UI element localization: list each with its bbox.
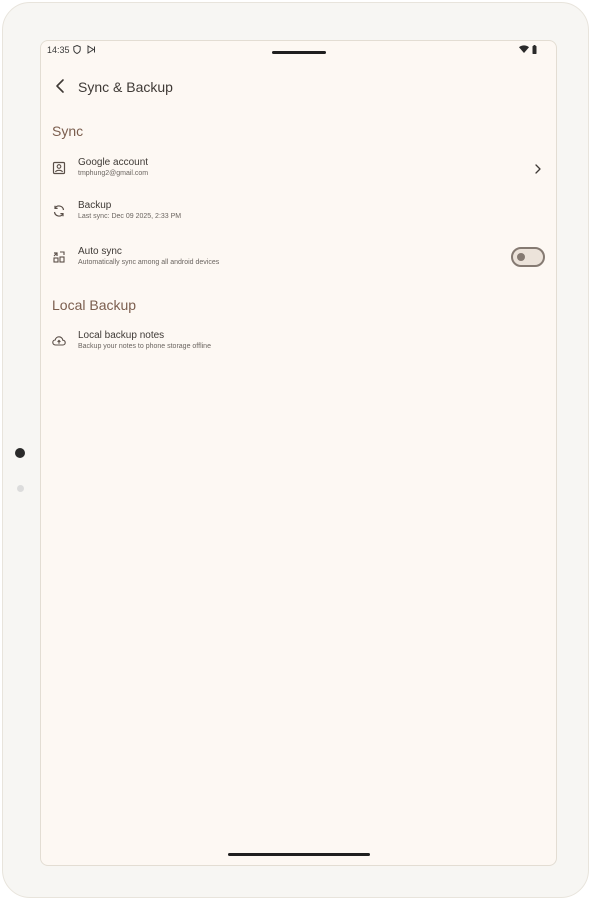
proximity-sensor	[17, 485, 24, 492]
chevron-right-icon	[533, 162, 543, 174]
media-notification-icon	[87, 45, 96, 56]
local-backup-label: Local backup notes	[78, 330, 165, 341]
sync-icon	[52, 204, 66, 218]
tablet-frame: 14:35 Sync & Backup Sync Google account …	[2, 2, 589, 898]
backup-item[interactable]: Backup Last sync: Dec 09 2025, 2:33 PM	[41, 196, 556, 236]
cloud-upload-icon	[52, 334, 66, 348]
backup-label: Backup	[78, 200, 112, 211]
status-time: 14:35	[47, 45, 70, 55]
camera-cutout	[272, 51, 326, 54]
auto-sync-icon	[52, 250, 66, 264]
toggle-knob	[517, 253, 525, 261]
arrow-back-icon	[56, 79, 64, 93]
auto-sync-description: Automatically sync among all android dev…	[78, 259, 220, 266]
section-title-local-backup: Local Backup	[52, 297, 137, 313]
section-title-sync: Sync	[52, 123, 84, 139]
last-sync-text: Last sync: Dec 09 2025, 2:33 PM	[78, 213, 182, 220]
top-app-bar: Sync & Backup	[41, 71, 556, 101]
battery-icon	[532, 45, 537, 56]
auto-sync-toggle[interactable]	[511, 247, 545, 267]
wifi-icon	[519, 45, 529, 55]
local-backup-notes-item[interactable]: Local backup notes Backup your notes to …	[41, 326, 556, 366]
app-screen: 14:35 Sync & Backup Sync Google account …	[40, 40, 557, 866]
status-bar: 14:35	[41, 41, 556, 59]
local-backup-description: Backup your notes to phone storage offli…	[78, 343, 211, 350]
gesture-nav-bar[interactable]	[228, 853, 370, 856]
front-camera	[15, 448, 25, 458]
google-account-email: tmphung2@gmail.com	[78, 170, 149, 177]
account-box-icon	[52, 161, 66, 175]
google-account-label: Google account	[78, 157, 149, 168]
shield-icon	[73, 44, 81, 56]
back-button[interactable]	[53, 77, 69, 95]
auto-sync-item[interactable]: Auto sync Automatically sync among all a…	[41, 242, 556, 282]
auto-sync-label: Auto sync	[78, 246, 122, 257]
page-title: Sync & Backup	[78, 79, 173, 95]
google-account-item[interactable]: Google account tmphung2@gmail.com	[41, 153, 556, 193]
